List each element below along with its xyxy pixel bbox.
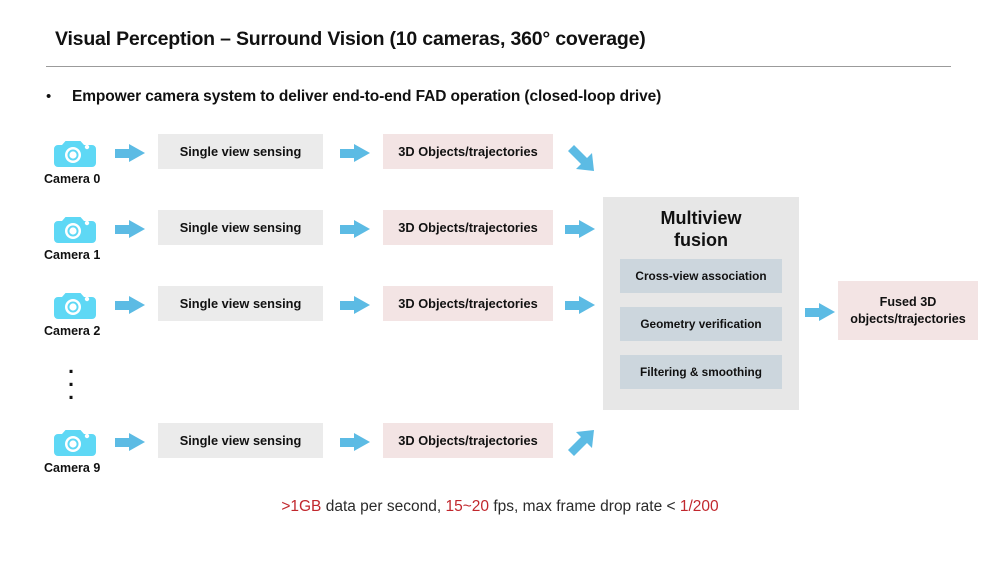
arrow-down-right-icon [565, 142, 599, 176]
footer-caption: >1GB data per second, 15~20 fps, max fra… [0, 498, 1000, 516]
caption-text-1: data per second, [321, 498, 446, 515]
vertical-ellipsis-icon: ... [68, 355, 74, 404]
camera-label: Camera 1 [44, 248, 101, 262]
arrow-up-right-icon [565, 423, 599, 457]
output-box: 3D Objects/trajectories [383, 210, 553, 245]
arrow-right-icon [340, 220, 370, 238]
bullet-text: Empower camera system to deliver end-to-… [72, 88, 662, 105]
caption-bandwidth: >1GB [281, 498, 322, 515]
camera-icon [50, 426, 96, 458]
camera-label: Camera 2 [44, 324, 101, 338]
fusion-stage-cross-view-association: Cross-view association [620, 259, 782, 293]
pipeline-row-camera-0: Camera 0 Single view sensing 3D Objects/… [0, 132, 1000, 192]
camera-label: Camera 9 [44, 461, 101, 475]
arrow-right-icon [340, 433, 370, 451]
process-box: Single view sensing [158, 286, 323, 321]
arrow-right-icon [565, 296, 595, 314]
arrow-right-icon [115, 433, 145, 451]
fusion-title-line1: Multiview [660, 208, 742, 228]
slide-root: Visual Perception – Surround Vision (10 … [0, 0, 1000, 563]
caption-text-2: fps, max frame drop rate < [489, 498, 680, 515]
arrow-right-icon [115, 296, 145, 314]
arrow-right-icon [340, 144, 370, 162]
fusion-stage-filtering-smoothing: Filtering & smoothing [620, 355, 782, 389]
caption-drop-rate: 1/200 [679, 498, 719, 515]
camera-label: Camera 0 [44, 172, 101, 186]
camera-icon [50, 137, 96, 169]
output-box: 3D Objects/trajectories [383, 423, 553, 458]
pipeline-row-camera-9: Camera 9 Single view sensing 3D Objects/… [0, 421, 1000, 481]
fusion-title-line2: fusion [674, 230, 728, 250]
caption-fps: 15~20 [445, 498, 490, 515]
bullet-row: • Empower camera system to deliver end-t… [46, 88, 661, 106]
output-box: 3D Objects/trajectories [383, 134, 553, 169]
arrow-right-icon [115, 220, 145, 238]
bullet-marker: • [46, 88, 52, 105]
process-box: Single view sensing [158, 210, 323, 245]
camera-icon [50, 289, 96, 321]
title-divider [46, 66, 951, 67]
process-box: Single view sensing [158, 134, 323, 169]
fused-output-line2: objects/trajectories [850, 311, 966, 326]
fused-output-line1: Fused 3D [879, 294, 937, 309]
output-box: 3D Objects/trajectories [383, 286, 553, 321]
arrow-right-icon [565, 220, 595, 238]
multiview-fusion-panel: Multiview fusion Cross-view association … [603, 197, 799, 410]
arrow-right-icon [115, 144, 145, 162]
fused-output-box: Fused 3D objects/trajectories [838, 281, 978, 340]
process-box: Single view sensing [158, 423, 323, 458]
page-title: Visual Perception – Surround Vision (10 … [55, 28, 646, 50]
arrow-right-icon [805, 303, 835, 321]
fusion-title: Multiview fusion [603, 207, 799, 251]
camera-icon [50, 213, 96, 245]
pipeline-row-camera-1: Camera 1 Single view sensing 3D Objects/… [0, 208, 1000, 268]
arrow-right-icon [340, 296, 370, 314]
fusion-stage-geometry-verification: Geometry verification [620, 307, 782, 341]
